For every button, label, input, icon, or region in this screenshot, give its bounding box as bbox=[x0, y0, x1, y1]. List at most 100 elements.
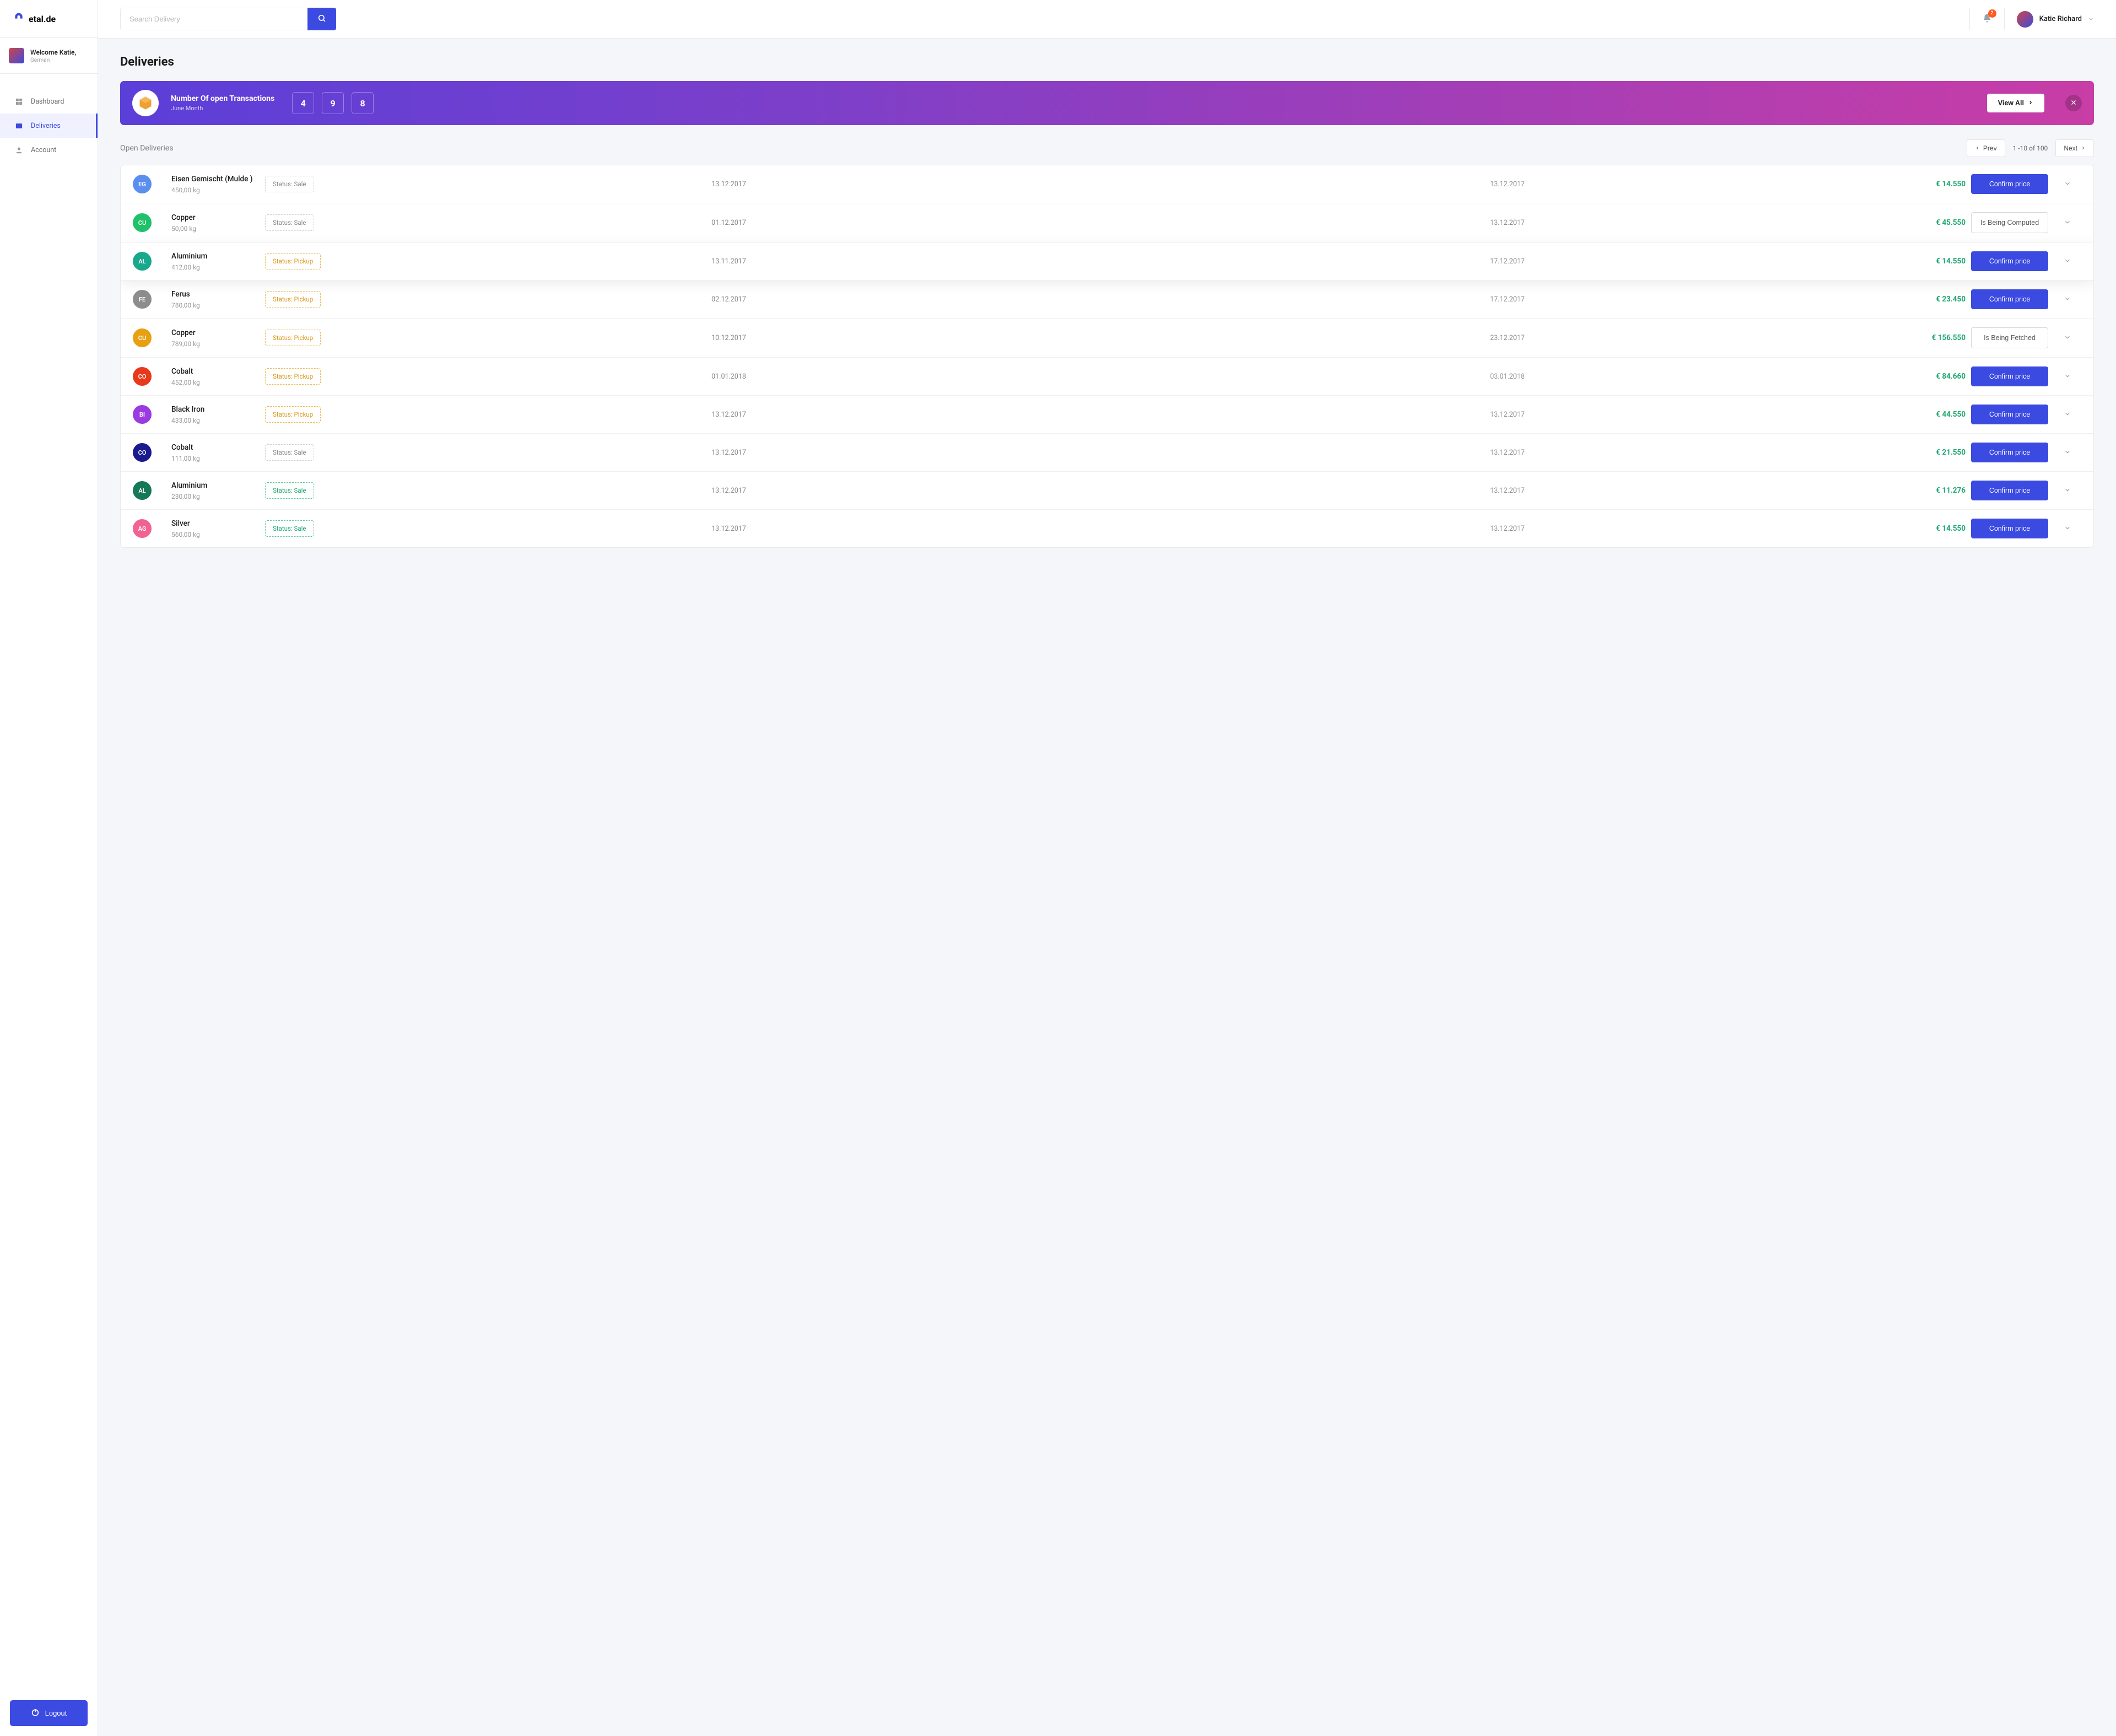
delivery-row: FEFerus780,00 kgStatus: Pickup02.12.2017… bbox=[121, 281, 2093, 319]
notifications-button[interactable]: 2 bbox=[1969, 8, 2005, 30]
welcome-block: Welcome Katie, German bbox=[0, 38, 98, 74]
confirm-price-button[interactable]: Confirm price bbox=[1971, 366, 2048, 386]
price: € 14.550 bbox=[1899, 180, 1966, 188]
confirm-price-button[interactable]: Confirm price bbox=[1971, 481, 2048, 500]
status-chip: Status: Sale bbox=[265, 520, 314, 537]
sidebar-item-label: Account bbox=[31, 146, 56, 154]
date-start: 13.11.2017 bbox=[342, 257, 1115, 266]
material-name: Cobalt bbox=[171, 367, 260, 376]
delivery-row: BIBlack Iron433,00 kgStatus: Pickup13.12… bbox=[121, 396, 2093, 434]
expand-row-button[interactable] bbox=[2054, 448, 2081, 458]
confirm-price-button[interactable]: Confirm price bbox=[1971, 405, 2048, 424]
logo-icon bbox=[13, 12, 24, 25]
expand-row-button[interactable] bbox=[2054, 256, 2081, 267]
material-weight: 230,00 kg bbox=[171, 493, 260, 500]
expand-row-button[interactable] bbox=[2054, 524, 2081, 534]
sidebar-item-deliveries[interactable]: Deliveries bbox=[0, 114, 98, 138]
material-name: Copper bbox=[171, 213, 260, 222]
sidebar-item-label: Deliveries bbox=[31, 122, 61, 130]
material-weight: 433,00 kg bbox=[171, 417, 260, 424]
close-banner-button[interactable] bbox=[2065, 95, 2082, 111]
confirm-price-button[interactable]: Confirm price bbox=[1971, 289, 2048, 309]
account-icon bbox=[14, 145, 23, 154]
material-weight: 50,00 kg bbox=[171, 225, 260, 233]
confirm-price-button[interactable]: Confirm price bbox=[1971, 251, 2048, 271]
material-name: Eisen Gemischt (Mulde ) bbox=[171, 175, 260, 184]
logo[interactable]: etal.de bbox=[0, 0, 98, 38]
chevron-right-icon bbox=[2081, 144, 2086, 152]
computing-status-button[interactable]: Is Being Computed bbox=[1971, 212, 2048, 233]
date-end: 13.12.2017 bbox=[1121, 219, 1894, 227]
date-end: 13.12.2017 bbox=[1121, 487, 1894, 495]
material-avatar: CO bbox=[133, 443, 152, 462]
chevron-down-icon bbox=[2064, 333, 2071, 343]
avatar bbox=[9, 48, 24, 63]
chevron-left-icon bbox=[1975, 144, 1980, 152]
page-title: Deliveries bbox=[120, 55, 2094, 69]
date-start: 01.12.2017 bbox=[342, 219, 1115, 227]
date-end: 13.12.2017 bbox=[1121, 525, 1894, 533]
material-weight: 780,00 kg bbox=[171, 301, 260, 309]
confirm-price-button[interactable]: Confirm price bbox=[1971, 174, 2048, 194]
banner-digit: 8 bbox=[352, 92, 374, 114]
expand-row-button[interactable] bbox=[2054, 486, 2081, 496]
chevron-down-icon bbox=[2064, 294, 2071, 305]
chevron-down-icon bbox=[2064, 256, 2071, 267]
date-start: 13.12.2017 bbox=[342, 180, 1115, 188]
confirm-price-button[interactable]: Confirm price bbox=[1971, 519, 2048, 538]
material-avatar: FE bbox=[133, 290, 152, 309]
welcome-greeting: Welcome Katie, bbox=[30, 48, 76, 56]
expand-row-button[interactable] bbox=[2054, 333, 2081, 343]
status-chip: Status: Pickup bbox=[265, 253, 321, 269]
banner-subtitle: June Month bbox=[171, 105, 274, 112]
material-name: Silver bbox=[171, 519, 260, 528]
section-title: Open Deliveries bbox=[120, 144, 173, 153]
chevron-down-icon bbox=[2064, 524, 2071, 534]
date-end: 17.12.2017 bbox=[1121, 257, 1894, 266]
price: € 11.276 bbox=[1899, 486, 1966, 495]
status-chip: Status: Pickup bbox=[265, 406, 321, 423]
next-page-button[interactable]: Next bbox=[2055, 139, 2094, 157]
material-weight: 111,00 kg bbox=[171, 455, 260, 462]
material-weight: 450,00 kg bbox=[171, 186, 260, 194]
expand-row-button[interactable] bbox=[2054, 179, 2081, 190]
date-start: 13.12.2017 bbox=[342, 525, 1115, 533]
search-button[interactable] bbox=[307, 8, 336, 30]
material-name: Aluminium bbox=[171, 481, 260, 490]
chevron-down-icon bbox=[2064, 218, 2071, 228]
close-icon bbox=[2070, 99, 2077, 107]
expand-row-button[interactable] bbox=[2054, 218, 2081, 228]
material-weight: 452,00 kg bbox=[171, 379, 260, 386]
prev-page-button[interactable]: Prev bbox=[1967, 139, 2005, 157]
expand-row-button[interactable] bbox=[2054, 409, 2081, 420]
date-start: 01.01.2018 bbox=[342, 373, 1115, 381]
sidebar-item-dashboard[interactable]: Dashboard bbox=[0, 89, 98, 114]
delivery-row: EGEisen Gemischt (Mulde )450,00 kgStatus… bbox=[121, 165, 2093, 203]
expand-row-button[interactable] bbox=[2054, 294, 2081, 305]
delivery-row: AGSilver560,00 kgStatus: Sale13.12.20171… bbox=[121, 510, 2093, 547]
box-icon bbox=[132, 90, 159, 116]
notification-badge: 2 bbox=[1988, 9, 1996, 18]
date-end: 13.12.2017 bbox=[1121, 449, 1894, 457]
logout-button[interactable]: Logout bbox=[10, 1700, 88, 1726]
price: € 156.550 bbox=[1899, 333, 1966, 342]
view-all-button[interactable]: View All bbox=[1987, 94, 2044, 112]
date-start: 13.12.2017 bbox=[342, 449, 1115, 457]
status-chip: Status: Sale bbox=[265, 482, 314, 499]
search-input[interactable] bbox=[120, 8, 307, 30]
fetching-status-button[interactable]: Is Being Fetched bbox=[1971, 327, 2048, 348]
expand-row-button[interactable] bbox=[2054, 371, 2081, 382]
confirm-price-button[interactable]: Confirm price bbox=[1971, 443, 2048, 462]
chevron-right-icon bbox=[2028, 99, 2033, 107]
view-all-label: View All bbox=[1998, 99, 2024, 107]
price: € 21.550 bbox=[1899, 448, 1966, 457]
user-menu[interactable]: Katie Richard bbox=[2005, 11, 2094, 28]
page-info: 1 -10 of 100 bbox=[2013, 144, 2048, 152]
price: € 84.660 bbox=[1899, 372, 1966, 381]
material-name: Black Iron bbox=[171, 405, 260, 414]
deliveries-icon bbox=[14, 121, 23, 130]
date-end: 23.12.2017 bbox=[1121, 334, 1894, 342]
sidebar-item-label: Dashboard bbox=[31, 98, 64, 106]
material-avatar: BI bbox=[133, 405, 152, 424]
sidebar-item-account[interactable]: Account bbox=[0, 138, 98, 162]
